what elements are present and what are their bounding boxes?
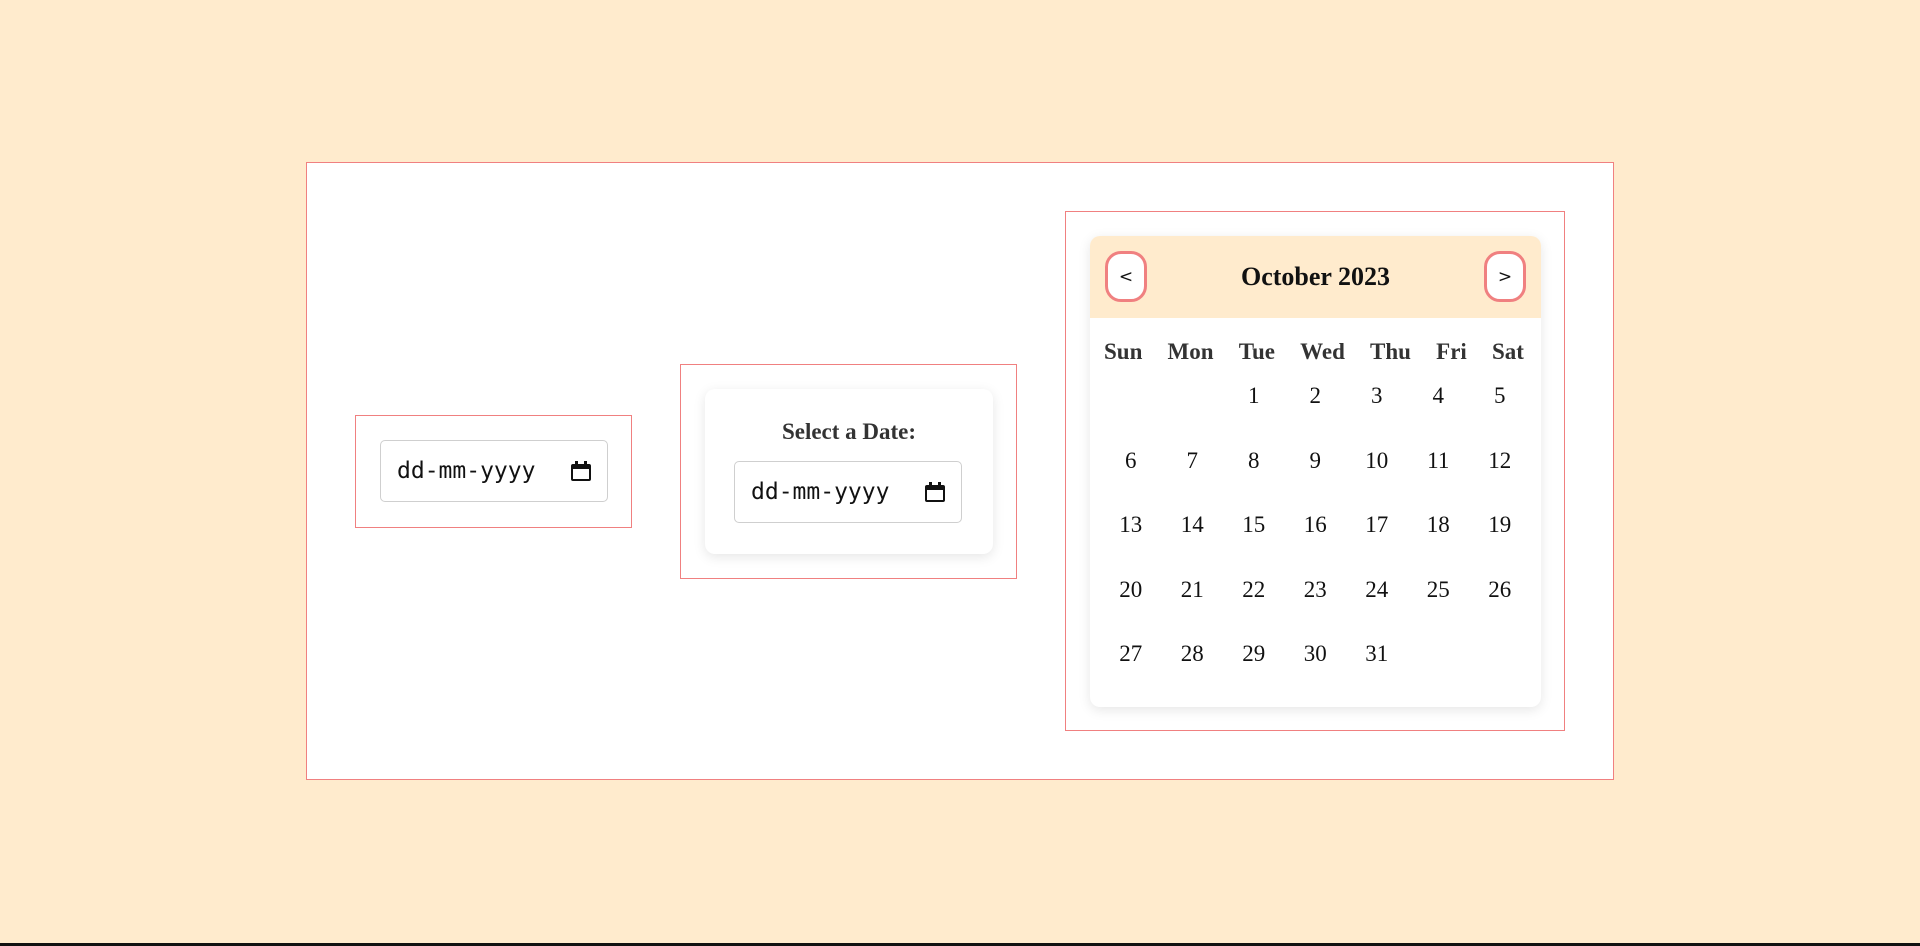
- native-date-input-wrapper: dd-mm-yyyy: [355, 415, 632, 528]
- day-cell[interactable]: 24: [1346, 576, 1408, 641]
- day-cell[interactable]: 12: [1469, 447, 1531, 512]
- day-cell[interactable]: 22: [1223, 576, 1285, 641]
- empty-day-cell: [1100, 382, 1162, 447]
- date-input-placeholder: dd-mm-yyyy: [397, 458, 536, 484]
- day-cell[interactable]: 16: [1285, 511, 1347, 576]
- day-cell[interactable]: 11: [1408, 447, 1470, 512]
- calendar-header: October 2023 < >: [1090, 236, 1541, 318]
- day-cell[interactable]: 5: [1469, 382, 1531, 447]
- empty-day-cell: [1162, 382, 1224, 447]
- weekday-label: Wed: [1300, 339, 1345, 364]
- day-cell[interactable]: 7: [1162, 447, 1224, 512]
- weekday-label: Tue: [1238, 339, 1275, 364]
- day-cell[interactable]: 14: [1162, 511, 1224, 576]
- day-cell[interactable]: 6: [1100, 447, 1162, 512]
- day-cell[interactable]: 3: [1346, 382, 1408, 447]
- day-cell[interactable]: 31: [1346, 640, 1408, 705]
- calendar-days-grid: 1 2 3 4 5 6 7 8 9 10 11 12 13 14 15 16 17 18 19 20 21 22 23 24 2…: [1100, 382, 1530, 705]
- day-cell[interactable]: 2: [1285, 382, 1347, 447]
- day-cell[interactable]: 18: [1408, 511, 1470, 576]
- weekday-label: Sat: [1491, 339, 1524, 364]
- day-cell[interactable]: 17: [1346, 511, 1408, 576]
- next-month-button[interactable]: >: [1484, 251, 1526, 302]
- calendar-month-title: October 2023: [1241, 262, 1390, 291]
- day-cell[interactable]: 4: [1408, 382, 1470, 447]
- day-cell[interactable]: 27: [1100, 640, 1162, 705]
- day-cell[interactable]: 25: [1408, 576, 1470, 641]
- day-cell[interactable]: 9: [1285, 447, 1347, 512]
- date-card-input[interactable]: dd-mm-yyyy: [734, 461, 962, 523]
- day-cell[interactable]: 1: [1223, 382, 1285, 447]
- day-cell[interactable]: 19: [1469, 511, 1531, 576]
- date-card-label: Select a Date:: [781, 419, 917, 444]
- weekday-label: Mon: [1167, 339, 1214, 364]
- day-cell[interactable]: 29: [1223, 640, 1285, 705]
- weekday-label: Fri: [1436, 339, 1467, 364]
- calendar-icon[interactable]: [571, 461, 591, 481]
- prev-month-button[interactable]: <: [1105, 251, 1147, 302]
- day-cell[interactable]: 30: [1285, 640, 1347, 705]
- date-input[interactable]: dd-mm-yyyy: [380, 440, 608, 502]
- day-cell[interactable]: 13: [1100, 511, 1162, 576]
- day-cell[interactable]: 28: [1162, 640, 1224, 705]
- date-card-wrapper: Select a Date: dd-mm-yyyy: [680, 364, 1017, 579]
- day-cell[interactable]: 26: [1469, 576, 1531, 641]
- weekday-label: Thu: [1370, 339, 1411, 364]
- calendar-widget: October 2023 < > Sun Mon Tue Wed Thu Fri…: [1090, 236, 1541, 707]
- day-cell[interactable]: 15: [1223, 511, 1285, 576]
- date-card: Select a Date: dd-mm-yyyy: [705, 389, 993, 554]
- day-cell[interactable]: 23: [1285, 576, 1347, 641]
- calendar-icon[interactable]: [925, 482, 945, 502]
- calendar-widget-wrapper: October 2023 < > Sun Mon Tue Wed Thu Fri…: [1065, 211, 1565, 731]
- weekday-header-row: Sun Mon Tue Wed Thu Fri Sat: [1104, 339, 1524, 365]
- day-cell[interactable]: 10: [1346, 447, 1408, 512]
- date-input-placeholder: dd-mm-yyyy: [751, 479, 890, 505]
- day-cell[interactable]: 8: [1223, 447, 1285, 512]
- weekday-label: Sun: [1104, 339, 1143, 364]
- day-cell[interactable]: 20: [1100, 576, 1162, 641]
- day-cell[interactable]: 21: [1162, 576, 1224, 641]
